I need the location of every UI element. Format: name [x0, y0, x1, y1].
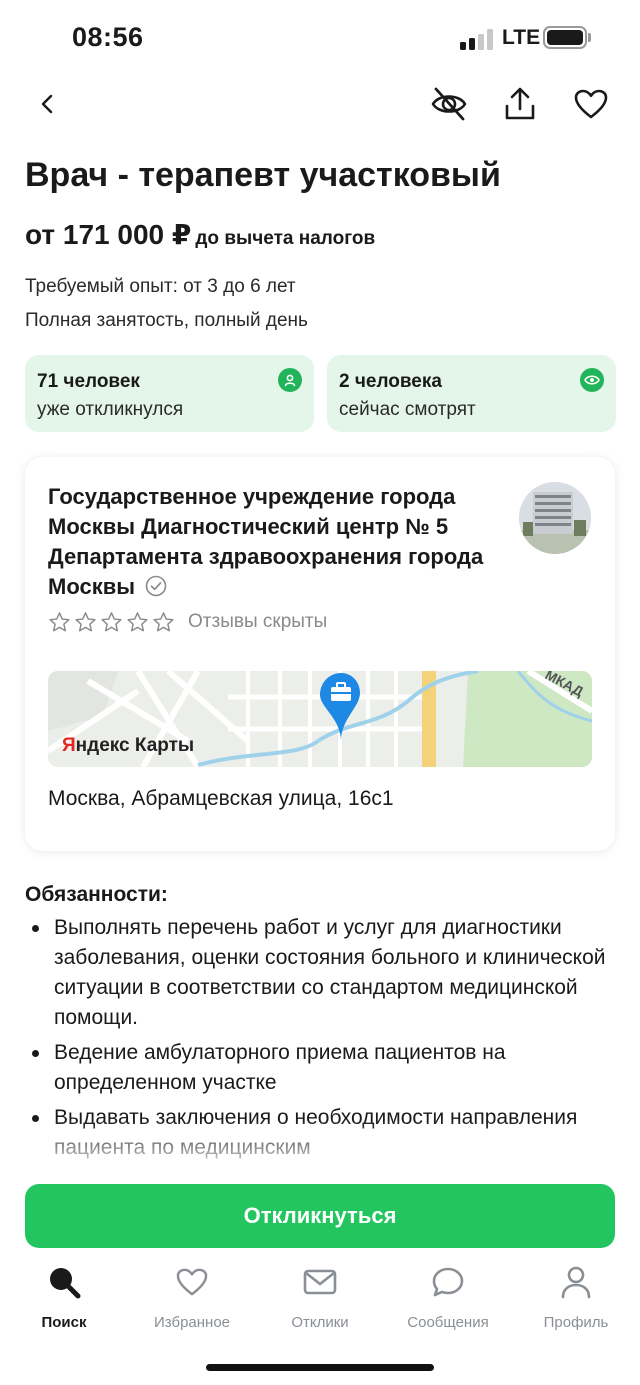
- employer-name[interactable]: Государственное учреждение города Москвы…: [48, 482, 498, 602]
- back-button[interactable]: [26, 82, 70, 126]
- tab-messages[interactable]: Сообщения: [384, 1262, 512, 1331]
- content-fade: [0, 1120, 640, 1175]
- star-icon: [127, 612, 148, 632]
- duty-item: Ведение амбулаторного приема пациентов н…: [25, 1038, 615, 1098]
- tab-label: Избранное: [153, 1314, 231, 1331]
- heart-icon: [574, 89, 608, 119]
- chevron-left-icon: [41, 94, 53, 114]
- signal-icon: [460, 28, 494, 50]
- employment-text: Полная занятость, полный день: [25, 310, 308, 331]
- eye-icon: [580, 368, 604, 392]
- salary: от 171 000 ₽ до вычета налогов: [25, 218, 375, 251]
- star-icon: [101, 612, 122, 632]
- envelope-icon: [303, 1269, 337, 1295]
- tab-label: Профиль: [543, 1314, 609, 1331]
- yandex-maps-logo: Яндекс Карты: [62, 735, 195, 756]
- star-icon: [49, 612, 70, 632]
- tab-label: Поиск: [41, 1314, 87, 1331]
- viewing-label: сейчас смотрят: [339, 399, 476, 420]
- employer-rating[interactable]: Отзывы скрыты: [48, 611, 327, 633]
- tab-label: Отклики: [291, 1314, 349, 1331]
- duties-title: Обязанности:: [25, 883, 168, 906]
- chat-bubble-icon: [432, 1267, 464, 1297]
- status-bar: 08:56 LTE: [0, 0, 640, 76]
- apply-button[interactable]: Откликнуться: [25, 1184, 615, 1248]
- location-map[interactable]: МКАД Яндекс Карты: [48, 671, 592, 767]
- duty-item: Выполнять перечень работ и услуг для диа…: [25, 913, 615, 1033]
- home-indicator: [206, 1364, 434, 1371]
- experience-text: Требуемый опыт: от 3 до 6 лет: [25, 276, 296, 297]
- hide-vacancy-button[interactable]: [427, 82, 471, 126]
- salary-amount: от 171 000 ₽: [25, 219, 192, 250]
- share-icon: [505, 87, 535, 120]
- top-nav: [0, 76, 640, 132]
- employer-logo: [519, 482, 591, 554]
- tab-profile[interactable]: Профиль: [512, 1262, 640, 1331]
- battery-cap: [588, 33, 591, 42]
- viewing-card: 2 человека сейчас смотрят: [327, 355, 616, 432]
- employer-card[interactable]: Государственное учреждение города Москвы…: [25, 457, 615, 851]
- star-icon: [153, 612, 174, 632]
- tab-label: Сообщения: [407, 1314, 489, 1331]
- network-type: LTE: [502, 26, 541, 49]
- person-icon: [278, 368, 302, 392]
- tab-favorites[interactable]: Избранное: [128, 1262, 256, 1331]
- person-icon: [561, 1266, 591, 1299]
- tab-responses[interactable]: Отклики: [256, 1262, 384, 1331]
- employer-name-text: Государственное учреждение города Москвы…: [48, 484, 484, 599]
- responded-count: 71 человек: [37, 371, 140, 392]
- reviews-hidden-text: Отзывы скрыты: [188, 611, 328, 632]
- tab-search[interactable]: Поиск: [0, 1262, 128, 1331]
- check-circle-icon: [145, 575, 167, 597]
- eye-slash-icon: [431, 87, 467, 121]
- star-icon: [75, 612, 96, 632]
- share-button[interactable]: [498, 82, 542, 126]
- battery-icon: [543, 26, 587, 49]
- heart-icon: [176, 1268, 208, 1296]
- responded-card: 71 человек уже откликнулся: [25, 355, 314, 432]
- employer-address[interactable]: Москва, Абрамцевская улица, 16с1: [48, 787, 394, 811]
- responded-label: уже откликнулся: [37, 399, 184, 420]
- favorite-button[interactable]: [569, 82, 613, 126]
- viewing-count: 2 человека: [339, 371, 442, 392]
- salary-note: до вычета налогов: [195, 228, 376, 249]
- status-time: 08:56: [72, 22, 144, 52]
- search-icon: [50, 1268, 81, 1299]
- tab-bar: Поиск Избранное Отклики Сообщения Профил…: [0, 1262, 640, 1342]
- vacancy-title: Врач - терапевт участковый: [25, 156, 501, 194]
